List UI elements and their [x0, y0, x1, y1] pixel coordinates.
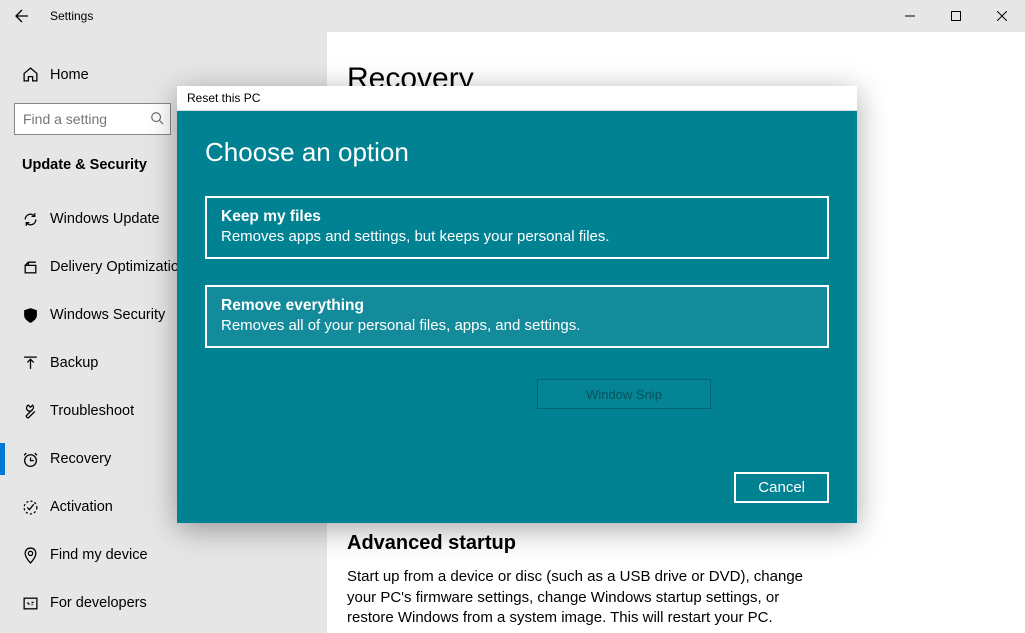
- backup-icon: [22, 355, 50, 372]
- code-icon: [22, 595, 50, 612]
- shield-icon: [22, 307, 50, 324]
- sync-icon: [22, 211, 50, 228]
- sidebar-home-label: Home: [50, 67, 89, 83]
- sidebar-item-for-developers[interactable]: For developers: [0, 579, 327, 627]
- wrench-icon: [22, 403, 50, 420]
- sidebar-item-label: Windows Security: [50, 307, 165, 323]
- arrow-left-icon: [14, 8, 30, 24]
- sidebar-home[interactable]: Home: [0, 60, 327, 89]
- option-desc: Removes all of your personal files, apps…: [221, 317, 813, 334]
- minimize-button[interactable]: [887, 0, 933, 32]
- dialog-heading: Choose an option: [205, 137, 829, 168]
- window-controls: [887, 0, 1025, 32]
- cancel-button[interactable]: Cancel: [734, 472, 829, 503]
- search-icon: [150, 111, 164, 128]
- option-title: Keep my files: [221, 208, 813, 226]
- sidebar-item-find-my-device[interactable]: Find my device: [0, 531, 327, 579]
- reset-option-remove-everything[interactable]: Remove everything Removes all of your per…: [205, 285, 829, 348]
- option-desc: Removes apps and settings, but keeps you…: [221, 228, 813, 245]
- titlebar: Settings: [0, 0, 1025, 32]
- back-button[interactable]: [0, 0, 44, 32]
- option-title: Remove everything: [221, 297, 813, 315]
- window-snip-ghost: Window Snip: [537, 379, 711, 409]
- sidebar-item-label: Troubleshoot: [50, 403, 134, 419]
- sidebar-item-label: Recovery: [50, 451, 111, 467]
- maximize-button[interactable]: [933, 0, 979, 32]
- advanced-startup-heading: Advanced startup: [347, 532, 1005, 555]
- reset-option-keep-files[interactable]: Keep my files Removes apps and settings, …: [205, 196, 829, 259]
- sidebar-item-label: Find my device: [50, 547, 148, 563]
- sidebar-item-label: Windows Update: [50, 211, 160, 227]
- sidebar-item-label: Delivery Optimization: [50, 259, 187, 275]
- delivery-icon: [22, 259, 50, 276]
- location-icon: [22, 547, 50, 564]
- search-input-wrap[interactable]: [14, 103, 171, 135]
- sidebar-item-label: For developers: [50, 595, 147, 611]
- home-icon: [22, 66, 50, 83]
- search-input[interactable]: [23, 111, 162, 127]
- close-button[interactable]: [979, 0, 1025, 32]
- reset-pc-dialog: Reset this PC Choose an option Keep my f…: [177, 86, 857, 523]
- clock-icon: [22, 451, 50, 468]
- check-circle-icon: [22, 499, 50, 516]
- dialog-window-title: Reset this PC: [177, 86, 857, 111]
- advanced-startup-body: Start up from a device or disc (such as …: [347, 567, 807, 629]
- sidebar-item-label: Backup: [50, 355, 98, 371]
- maximize-icon: [951, 11, 961, 21]
- minimize-icon: [905, 11, 915, 21]
- window-title: Settings: [50, 9, 93, 23]
- sidebar-item-label: Activation: [50, 499, 113, 515]
- close-icon: [997, 11, 1007, 21]
